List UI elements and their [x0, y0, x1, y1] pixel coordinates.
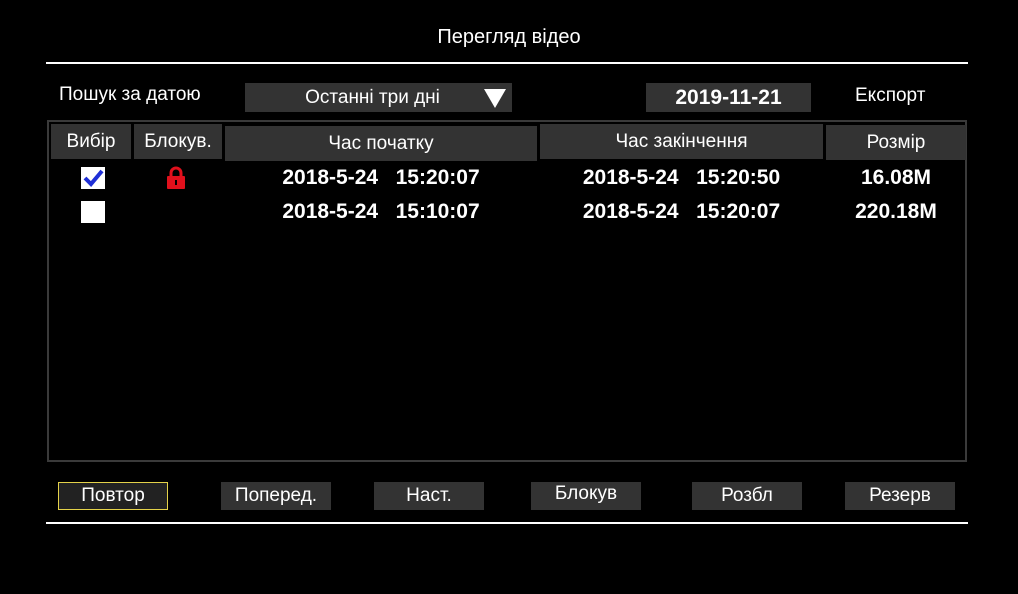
row-start-time: 2018-5-24 15:20:07: [282, 166, 480, 189]
header-start-time: Час початку: [225, 126, 537, 161]
date-range-dropdown[interactable]: Останні три дні: [245, 83, 512, 112]
row-start-time: 2018-5-24 15:10:07: [282, 200, 480, 223]
backup-button[interactable]: Резерв: [845, 482, 955, 510]
export-button[interactable]: Експорт: [855, 85, 925, 107]
lock-button[interactable]: Блокув: [531, 482, 641, 510]
bottom-divider: [46, 522, 968, 524]
header-select: Вибір: [51, 124, 131, 159]
date-range-value: Останні три дні: [305, 87, 440, 108]
prev-button[interactable]: Поперед.: [221, 482, 331, 510]
row-end-time: 2018-5-24 15:20:50: [582, 166, 781, 189]
row-end-time: 2018-5-24 15:20:07: [582, 200, 781, 223]
header-size: Розмір: [826, 125, 966, 160]
row-checkbox[interactable]: [81, 201, 105, 223]
checkmark-icon: [83, 169, 104, 187]
search-by-date-label: Пошук за датою: [59, 84, 201, 105]
header-lock: Блокув.: [134, 124, 222, 159]
recordings-table: Вибір Блокув. Час початку Час закінчення…: [47, 120, 967, 462]
next-button[interactable]: Наст.: [374, 482, 484, 510]
row-size: 220.18M: [855, 200, 937, 223]
top-divider: [46, 62, 968, 64]
page-title: Перегляд відео: [437, 26, 581, 48]
row-size: 16.08M: [860, 166, 932, 189]
table-row[interactable]: 2018-5-24 15:10:07 2018-5-24 15:20:07 22…: [49, 196, 965, 228]
row-checkbox[interactable]: [81, 167, 105, 189]
table-row[interactable]: 2018-5-24 15:20:07 2018-5-24 15:20:50 16…: [49, 162, 965, 194]
replay-button[interactable]: Повтор: [58, 482, 168, 510]
triangle-down-icon[interactable]: [484, 88, 506, 117]
header-end-time: Час закінчення: [540, 124, 823, 159]
padlock-icon: [165, 166, 187, 195]
unlock-button[interactable]: Розбл: [692, 482, 802, 510]
date-field[interactable]: 2019-11-21: [646, 83, 811, 112]
